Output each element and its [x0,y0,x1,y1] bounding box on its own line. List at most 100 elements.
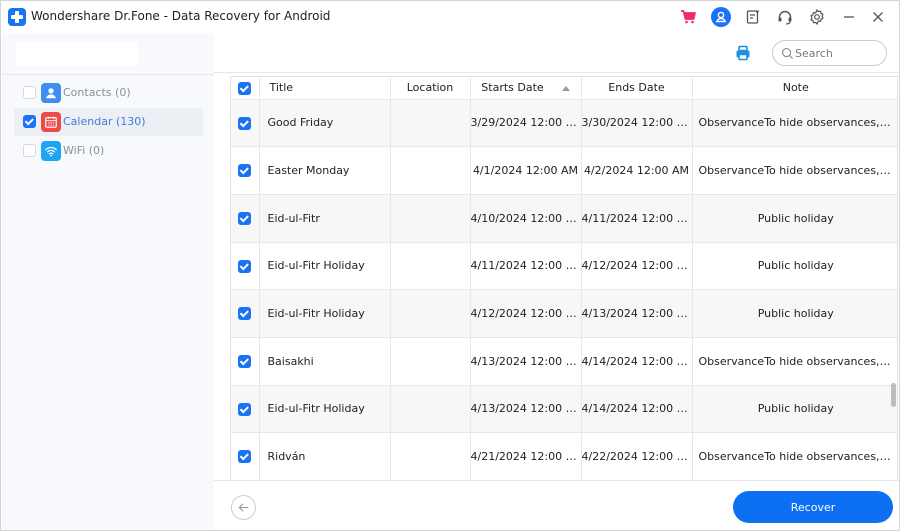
column-header-label: Location [406,81,454,95]
cell-title: Good Friday [259,99,391,148]
cell-title: Eid-ul-Fitr Holiday [259,289,391,338]
column-header-label: Ends Date [608,81,665,95]
table-row[interactable]: Eid-ul-Fitr Holiday 4/11/2024 12:00 AM 4/1… [231,242,897,291]
wifi-checkbox[interactable] [23,144,36,157]
cell-note: Public holiday [692,385,897,434]
cell-note: ObservanceTo hide observances, go to... [692,337,897,386]
row-checkbox[interactable] [238,307,252,321]
header-checkbox-cell [231,77,260,100]
cell-note: Public holiday [692,289,897,338]
row-checkbox-cell [231,432,260,481]
column-header-location[interactable]: Location [390,77,471,100]
settings-gear-icon[interactable] [807,7,827,27]
table-header-row: Title Location Starts Date Ends Date Not… [231,77,897,100]
feedback-icon[interactable] [743,7,763,27]
sidebar-item-contacts[interactable]: Contacts (0) [14,79,203,107]
calendar-checkbox[interactable] [23,115,36,128]
row-checkbox-cell [231,242,260,291]
cell-title: Eid-ul-Fitr Holiday [259,242,391,291]
row-checkbox[interactable] [238,259,252,273]
back-button[interactable] [231,495,256,520]
table-row[interactable]: Eid-ul-Fitr 4/10/2024 12:00 AM 4/11/2024 1… [231,194,897,243]
user-avatar-icon[interactable] [711,7,731,27]
table-row[interactable]: Eid-ul-Fitr Holiday 4/12/2024 12:00 AM 4/1… [231,289,897,338]
sidebar-item-wifi[interactable]: WiFi (0) [14,137,203,165]
sidebar-item-calendar[interactable]: Calendar (130) [14,108,203,136]
column-header-ends-date[interactable]: Ends Date [581,77,693,100]
cell-location [390,289,471,338]
table-row[interactable]: Baisakhi 4/13/2024 12:00 AM 4/14/2024 12:0… [231,337,897,386]
footer-bar: Recover [214,480,899,530]
cell-location [390,432,471,481]
column-header-title[interactable]: Title [259,77,391,100]
row-checkbox-cell [231,99,260,148]
main-panel: Title Location Starts Date Ends Date Not… [214,33,899,530]
header-select-all-checkbox[interactable] [238,81,252,95]
cell-title: Eid-ul-Fitr [259,194,391,243]
cell-note: ObservanceTo hide observances, go to... [692,99,897,148]
cell-title: Eid-ul-Fitr Holiday [259,385,391,434]
row-checkbox[interactable] [238,116,252,130]
column-header-starts-date[interactable]: Starts Date [470,77,582,100]
cell-note: Public holiday [692,194,897,243]
table-row[interactable]: Good Friday 3/29/2024 12:00 AM 3/30/2024 1… [231,99,897,148]
table-row[interactable]: Eid-ul-Fitr Holiday 4/13/2024 12:00 AM 4/1… [231,385,897,434]
table-scrollbar-thumb[interactable] [891,383,896,407]
cell-location [390,337,471,386]
contacts-icon [41,83,61,103]
wifi-icon [41,141,61,161]
cell-starts-date: 4/13/2024 12:00 AM [470,337,582,386]
cell-starts-date: 4/21/2024 12:00 AM [470,432,582,481]
contacts-checkbox[interactable] [23,86,36,99]
cell-starts-date: 3/29/2024 12:00 AM [470,99,582,148]
cell-location [390,385,471,434]
row-checkbox[interactable] [238,402,252,416]
search-input[interactable] [795,45,880,61]
cell-starts-date: 4/13/2024 12:00 AM [470,385,582,434]
cell-ends-date: 4/12/2024 12:00 AM [581,242,693,291]
app-title: Wondershare Dr.Fone - Data Recovery for … [31,9,331,23]
recover-button[interactable]: Recover [733,491,893,523]
select-all-label-area [16,42,138,66]
print-icon[interactable] [734,44,752,62]
row-checkbox[interactable] [238,211,252,225]
cell-ends-date: 3/30/2024 12:00 AM [581,99,693,148]
cell-title: Ridván [259,432,391,481]
cell-ends-date: 4/22/2024 12:00 AM [581,432,693,481]
cart-icon[interactable] [678,7,698,27]
row-checkbox[interactable] [238,355,252,369]
app-window: Wondershare Dr.Fone - Data Recovery for … [0,0,900,531]
minimize-icon[interactable] [839,7,859,27]
search-icon [782,48,794,60]
cell-ends-date: 4/14/2024 12:00 AM [581,385,693,434]
cell-title: Easter Monday [259,146,391,195]
column-header-label: Note [782,81,809,95]
cell-starts-date: 4/11/2024 12:00 AM [470,242,582,291]
table-row[interactable]: Easter Monday 4/1/2024 12:00 AM 4/2/2024 1… [231,146,897,195]
column-header-label: Starts Date [481,81,544,95]
row-checkbox[interactable] [238,450,252,464]
calendar-table: Title Location Starts Date Ends Date Not… [230,76,898,511]
column-header-note[interactable]: Note [692,77,897,100]
row-checkbox-cell [231,289,260,338]
cell-starts-date: 4/12/2024 12:00 AM [470,289,582,338]
back-arrow-icon [238,503,249,512]
row-checkbox-cell [231,385,260,434]
cell-location [390,99,471,148]
cell-ends-date: 4/14/2024 12:00 AM [581,337,693,386]
sort-ascending-icon [561,85,570,91]
sidebar: Contacts (0) Calendar (130) WiFi (0) [2,33,214,530]
cell-note: Public holiday [692,242,897,291]
row-checkbox[interactable] [238,164,252,178]
close-icon[interactable] [868,7,888,27]
table-row[interactable]: Ridván 4/21/2024 12:00 AM 4/22/2024 12:00 … [231,432,897,481]
select-all-row [2,33,214,75]
column-header-label: Title [269,81,294,95]
cell-ends-date: 4/11/2024 12:00 AM [581,194,693,243]
app-logo-icon [8,8,26,26]
sidebar-item-label: WiFi (0) [63,144,105,157]
headset-support-icon[interactable] [775,7,795,27]
cell-starts-date: 4/10/2024 12:00 AM [470,194,582,243]
row-checkbox-cell [231,337,260,386]
search-box[interactable] [772,40,887,66]
